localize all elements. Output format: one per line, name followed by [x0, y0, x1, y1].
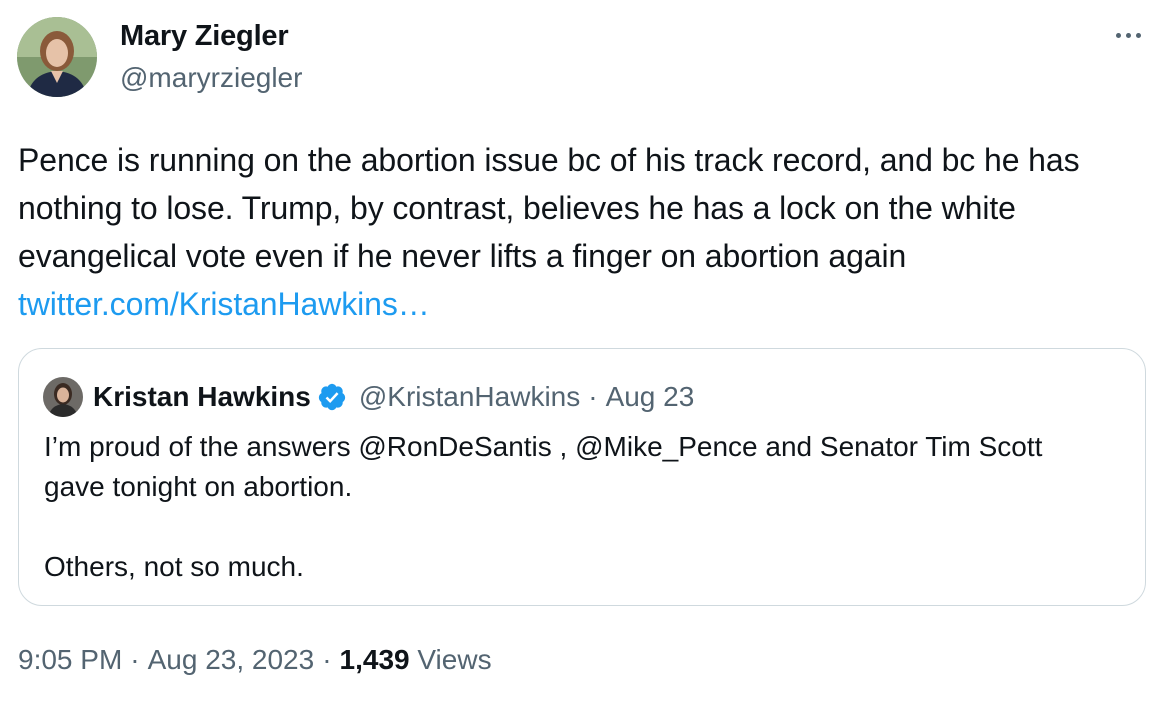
- tweet-meta: 9:05 PM · Aug 23, 2023 · 1,439 Views: [18, 642, 492, 678]
- author-block: Mary Ziegler @maryrziegler: [120, 18, 302, 96]
- quoted-tweet-header: Kristan Hawkins @KristanHawkins · Aug 23: [43, 377, 694, 417]
- more-horizontal-icon-dot: [1125, 32, 1131, 38]
- quoted-tweet-text: I’m proud of the answers @RonDeSantis , …: [44, 431, 1043, 582]
- tweet-link[interactable]: twitter.com/KristanHawkins…: [18, 286, 430, 322]
- profile-photo-icon: [43, 377, 83, 417]
- quoted-author-name[interactable]: Kristan Hawkins: [93, 381, 311, 413]
- meta-separator: ·: [322, 644, 332, 675]
- quoted-separator: ·: [588, 381, 598, 412]
- views-count: 1,439: [339, 644, 410, 675]
- views-label: Views: [417, 644, 492, 675]
- tweet-body: Pence is running on the abortion issue b…: [18, 142, 1080, 274]
- more-options-button[interactable]: [1108, 20, 1148, 50]
- author-handle[interactable]: @maryrziegler: [120, 60, 302, 96]
- quoted-author-handle[interactable]: @KristanHawkins: [359, 381, 580, 413]
- more-horizontal-icon-dot: [1135, 32, 1141, 38]
- quoted-tweet[interactable]: Kristan Hawkins @KristanHawkins · Aug 23…: [18, 348, 1146, 606]
- tweet-date[interactable]: Aug 23, 2023: [148, 644, 315, 675]
- tweet-time[interactable]: 9:05 PM: [18, 644, 122, 675]
- tweet-card: Mary Ziegler @maryrziegler Pence is runn…: [0, 0, 1176, 702]
- more-horizontal-icon: [1115, 32, 1121, 38]
- author-avatar[interactable]: [17, 17, 97, 97]
- quoted-author-avatar[interactable]: [43, 377, 83, 417]
- tweet-text: Pence is running on the abortion issue b…: [18, 136, 1148, 328]
- meta-separator: ·: [130, 644, 140, 675]
- author-display-name[interactable]: Mary Ziegler: [120, 18, 302, 54]
- verified-badge-icon: [317, 382, 347, 412]
- profile-photo-icon: [17, 17, 97, 97]
- quoted-date[interactable]: Aug 23: [606, 381, 695, 413]
